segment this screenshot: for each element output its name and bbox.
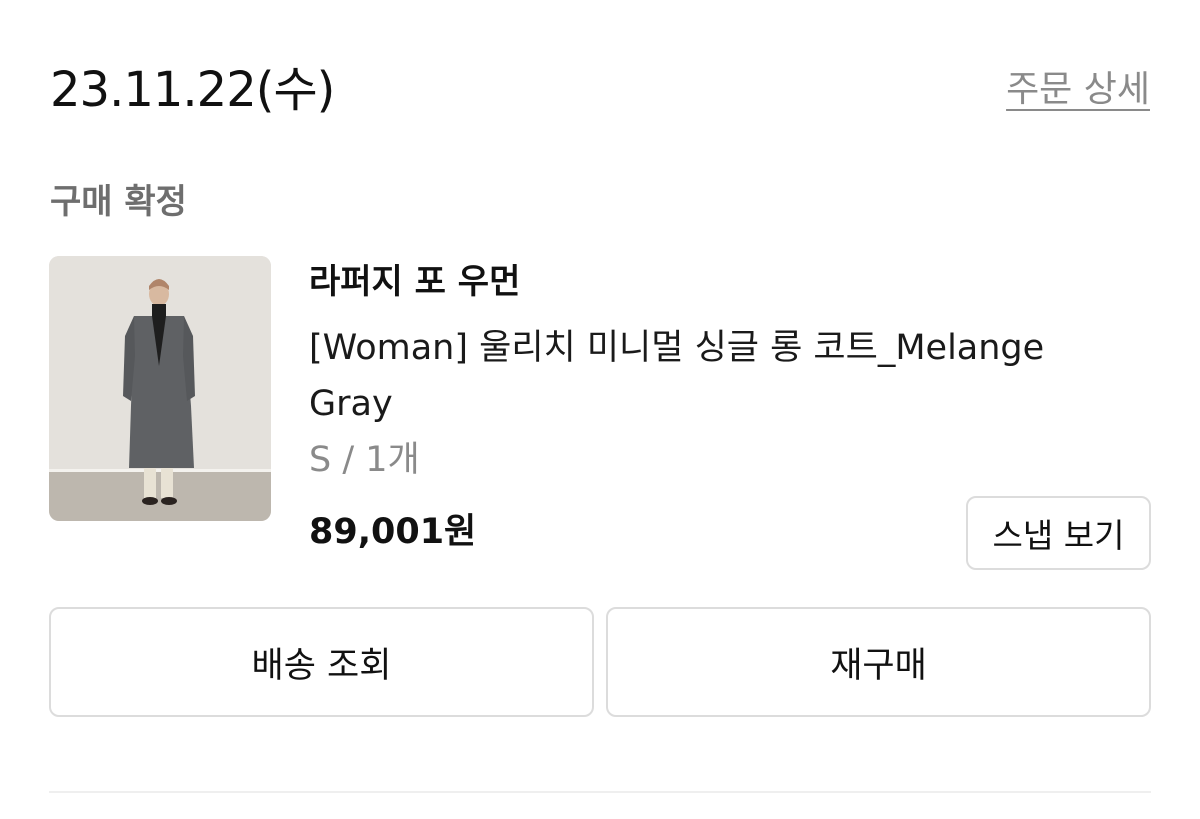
product-brand[interactable]: 라퍼지 포 우먼 bbox=[309, 260, 520, 304]
reorder-button[interactable]: 재구매 bbox=[606, 607, 1151, 717]
track-delivery-button[interactable]: 배송 조회 bbox=[49, 607, 594, 717]
product-price: 89,001원 bbox=[309, 512, 477, 552]
product-image[interactable] bbox=[49, 256, 271, 521]
order-date: 23.11.22(수) bbox=[50, 62, 335, 118]
product-name[interactable]: [Woman] 울리치 미니멀 싱글 롱 코트_Melange Gray bbox=[309, 320, 1099, 432]
divider bbox=[49, 791, 1151, 793]
order-detail-link[interactable]: 주문 상세 bbox=[1006, 68, 1150, 112]
coat-model-image bbox=[49, 256, 271, 521]
view-snap-button[interactable]: 스냅 보기 bbox=[966, 496, 1151, 570]
product-option: S / 1개 bbox=[309, 440, 420, 480]
order-status: 구매 확정 bbox=[50, 182, 187, 222]
order-card: 23.11.22(수) 주문 상세 구매 확정 라퍼지 포 우먼 [Woman]… bbox=[0, 0, 1200, 819]
